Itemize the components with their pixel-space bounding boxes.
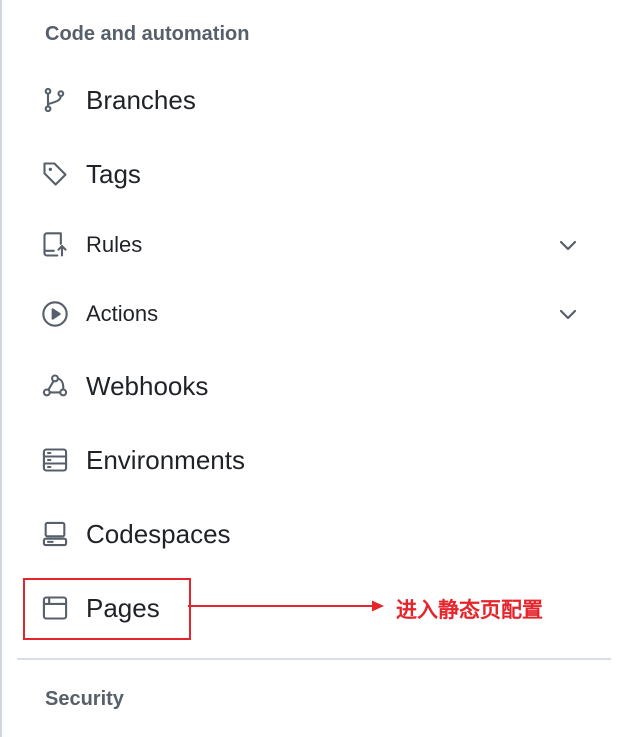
chevron-down-icon[interactable] (556, 302, 580, 326)
section-divider (17, 658, 611, 660)
codespaces-icon (40, 519, 70, 549)
sidebar-item-actions[interactable]: Actions (40, 288, 600, 340)
sidebar-item-rules[interactable]: Rules (40, 219, 600, 271)
section-heading-code-automation: Code and automation (45, 23, 250, 45)
sidebar-item-label: Rules (86, 232, 143, 257)
sidebar-item-webhooks[interactable]: Webhooks (40, 360, 600, 412)
sidebar-item-label: Tags (86, 158, 141, 189)
sidebar-item-branches[interactable]: Branches (40, 74, 600, 126)
section-heading-security: Security (45, 688, 124, 710)
settings-sidebar: Code and automation Branches Tags Rules … (0, 0, 627, 737)
sidebar-item-label: Branches (86, 84, 196, 115)
git-branch-icon (40, 85, 70, 115)
sidebar-border (0, 0, 2, 737)
pages-highlight-box (23, 578, 191, 640)
sidebar-item-tags[interactable]: Tags (40, 148, 600, 200)
sidebar-item-environments[interactable]: Environments (40, 434, 600, 486)
play-icon (40, 299, 70, 329)
sidebar-item-label: Codespaces (86, 518, 231, 549)
annotation-arrow-icon (188, 600, 384, 612)
webhook-icon (40, 371, 70, 401)
sidebar-item-label: Environments (86, 444, 245, 475)
chevron-down-icon[interactable] (556, 233, 580, 257)
sidebar-item-label: Actions (86, 301, 159, 326)
sidebar-item-label: Webhooks (86, 370, 209, 401)
repo-push-icon (40, 230, 70, 260)
tag-icon (40, 159, 70, 189)
sidebar-item-codespaces[interactable]: Codespaces (40, 508, 600, 560)
annotation-text: 进入静态页配置 (396, 598, 543, 622)
server-icon (40, 445, 70, 475)
